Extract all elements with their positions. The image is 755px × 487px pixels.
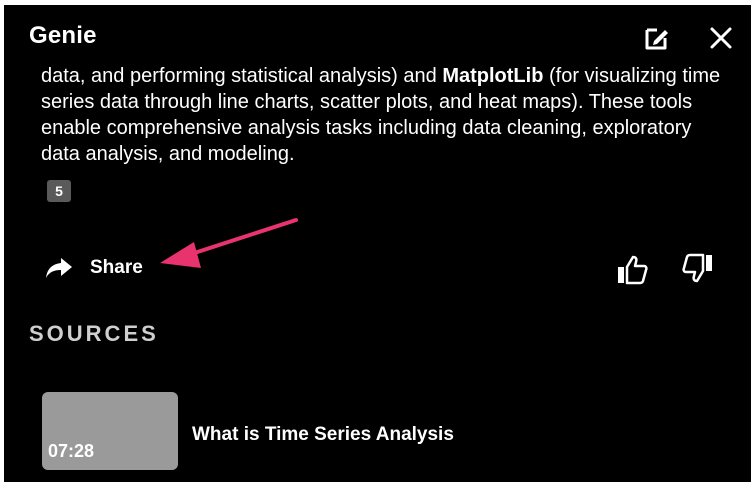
source-card[interactable]: 07:28 What is Time Series Analysis — [42, 392, 582, 472]
share-label: Share — [90, 257, 143, 278]
share-icon — [46, 258, 72, 278]
panel-title: Genie — [29, 22, 97, 49]
video-thumbnail[interactable]: 07:28 — [42, 392, 178, 470]
video-duration: 07:28 — [48, 441, 95, 461]
share-button[interactable]: Share — [44, 252, 143, 284]
thumbs-down-icon — [682, 253, 712, 283]
citation-badge[interactable]: 5 — [47, 180, 71, 202]
thumbs-up-button[interactable] — [614, 252, 650, 288]
answer-text: data, and performing statistical analysi… — [41, 63, 731, 167]
genie-panel: Genie data, and performing statistical a… — [4, 5, 751, 482]
thumbs-up-icon — [618, 255, 648, 285]
sources-heading: SOURCES — [29, 321, 159, 346]
answer-bold-term: MatplotLib — [442, 65, 544, 87]
close-button[interactable] — [704, 21, 738, 55]
source-title[interactable]: What is Time Series Analysis — [192, 424, 454, 446]
close-icon — [710, 27, 732, 49]
answer-segment: data, and performing statistical analysi… — [41, 65, 443, 87]
edit-button[interactable] — [640, 21, 674, 55]
edit-icon — [645, 28, 668, 50]
thumbs-down-button[interactable] — [680, 250, 716, 286]
